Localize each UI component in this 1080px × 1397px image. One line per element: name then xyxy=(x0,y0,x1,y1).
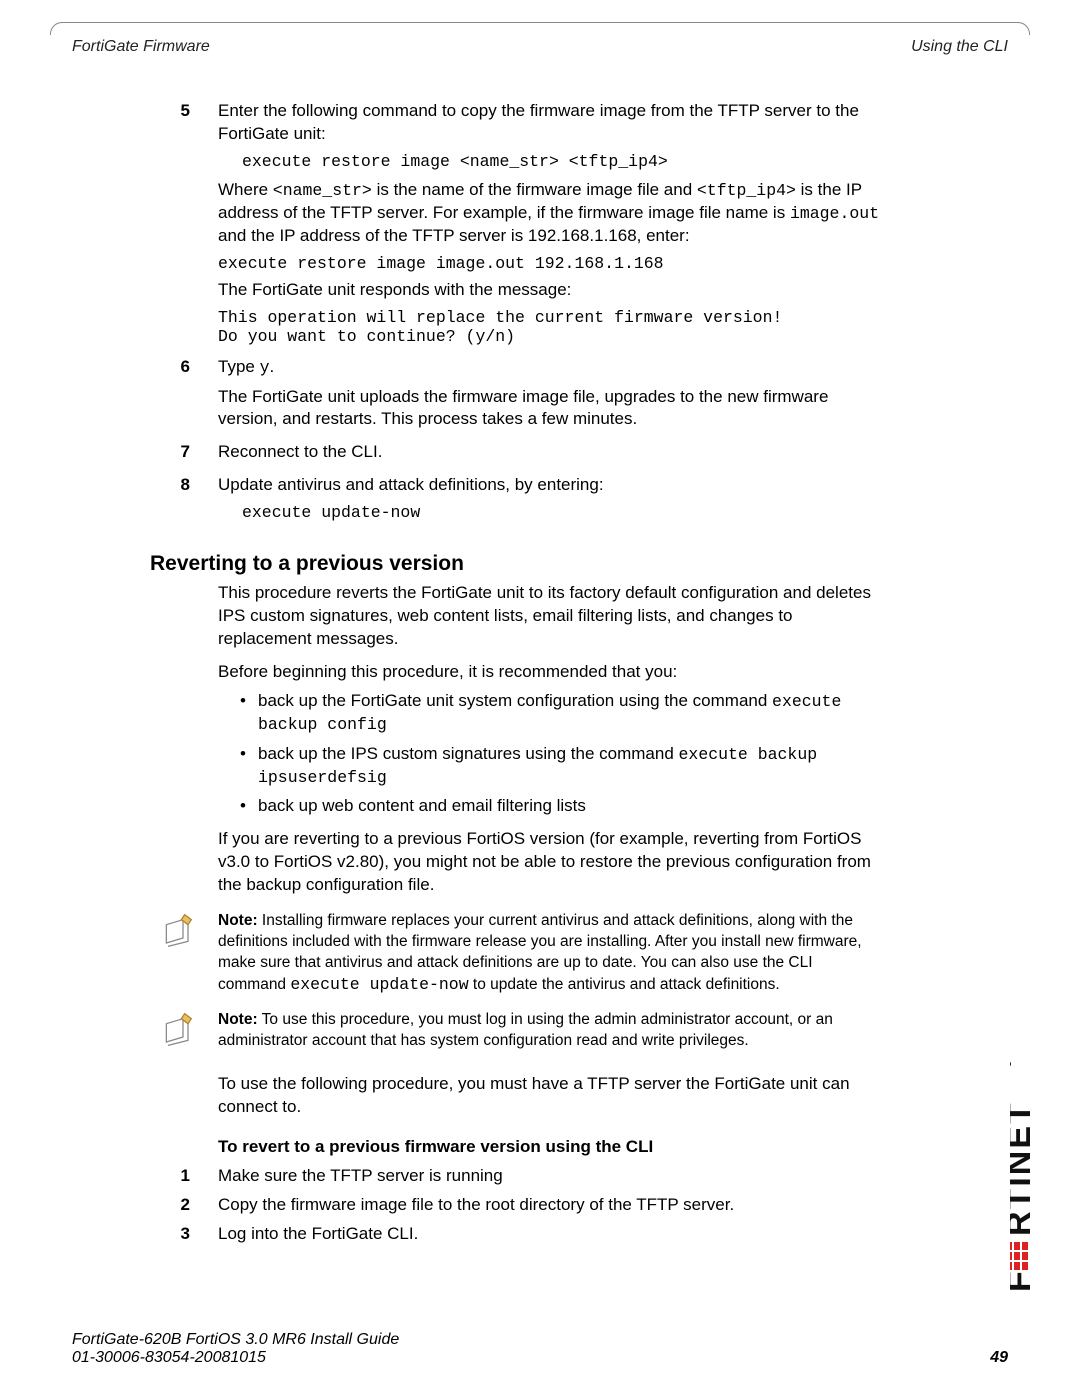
note-block: Note: Installing firmware replaces your … xyxy=(158,911,880,996)
header-right: Using the CLI xyxy=(911,38,1008,56)
step-number: 3 xyxy=(150,1224,190,1244)
step-number: 5 xyxy=(150,101,190,121)
step-b3: 3 Log into the FortiGate CLI. xyxy=(150,1223,880,1252)
bullet-item: • back up the FortiGate unit system conf… xyxy=(240,690,880,737)
bullet-item: • back up the IPS custom signatures usin… xyxy=(240,743,880,790)
code-line: execute restore image image.out 192.168.… xyxy=(218,254,880,273)
body-content: 5 Enter the following command to copy th… xyxy=(150,100,880,1252)
step-5: 5 Enter the following command to copy th… xyxy=(150,100,880,352)
svg-text:F: F xyxy=(1010,1269,1038,1292)
note-block: Note: To use this procedure, you must lo… xyxy=(158,1010,880,1057)
step-text: Where <name_str> is the name of the firm… xyxy=(218,179,880,248)
step-text: The FortiGate unit responds with the mes… xyxy=(218,279,880,302)
step-text: The FortiGate unit uploads the firmware … xyxy=(218,386,880,432)
step-text: Log into the FortiGate CLI. xyxy=(218,1223,880,1246)
svg-text:R: R xyxy=(1010,1062,1013,1066)
step-8: 8 Update antivirus and attack definition… xyxy=(150,474,880,530)
step-text: Make sure the TFTP server is running xyxy=(218,1165,880,1188)
step-number: 6 xyxy=(150,357,190,377)
step-text: Copy the firmware image file to the root… xyxy=(218,1194,880,1217)
page-header: FortiGate Firmware Using the CLI xyxy=(72,38,1008,56)
step-text: Update antivirus and attack definitions,… xyxy=(218,474,880,497)
code-line: Do you want to continue? (y/n) xyxy=(218,327,880,346)
page-number: 49 xyxy=(990,1349,1008,1367)
note-icon xyxy=(158,1010,218,1057)
step-text: Enter the following command to copy the … xyxy=(218,100,880,146)
svg-text:RTINET: RTINET xyxy=(1010,1101,1038,1236)
step-b1: 1 Make sure the TFTP server is running xyxy=(150,1165,880,1194)
step-7: 7 Reconnect to the CLI. xyxy=(150,441,880,470)
fortinet-logo: F RTINET R xyxy=(1010,1052,1050,1307)
code-line: This operation will replace the current … xyxy=(218,308,880,327)
footer-docnum: 01-30006-83054-20081015 xyxy=(72,1349,266,1367)
section-heading: Reverting to a previous version xyxy=(150,552,880,576)
page-frame-top xyxy=(50,22,1030,35)
footer-title: FortiGate-620B FortiOS 3.0 MR6 Install G… xyxy=(72,1331,1008,1349)
paragraph: If you are reverting to a previous Forti… xyxy=(218,828,880,897)
document-page: FortiGate Firmware Using the CLI 5 Enter… xyxy=(0,0,1080,1397)
note-icon xyxy=(158,911,218,996)
step-number: 1 xyxy=(150,1166,190,1186)
paragraph: To use the following procedure, you must… xyxy=(218,1073,880,1119)
step-text: Reconnect to the CLI. xyxy=(218,441,880,464)
paragraph: This procedure reverts the FortiGate uni… xyxy=(218,582,880,651)
step-number: 8 xyxy=(150,475,190,495)
step-number: 7 xyxy=(150,442,190,462)
step-number: 2 xyxy=(150,1195,190,1215)
sub-heading: To revert to a previous firmware version… xyxy=(218,1137,880,1157)
code-line: execute update-now xyxy=(242,503,880,522)
page-footer: FortiGate-620B FortiOS 3.0 MR6 Install G… xyxy=(72,1331,1008,1367)
step-b2: 2 Copy the firmware image file to the ro… xyxy=(150,1194,880,1223)
bullet-item: • back up web content and email filterin… xyxy=(240,795,880,818)
paragraph: Before beginning this procedure, it is r… xyxy=(218,661,880,684)
header-left: FortiGate Firmware xyxy=(72,38,210,56)
step-text: Type y. xyxy=(218,356,880,379)
step-6: 6 Type y. The FortiGate unit uploads the… xyxy=(150,356,880,437)
code-line: execute restore image <name_str> <tftp_i… xyxy=(242,152,880,171)
